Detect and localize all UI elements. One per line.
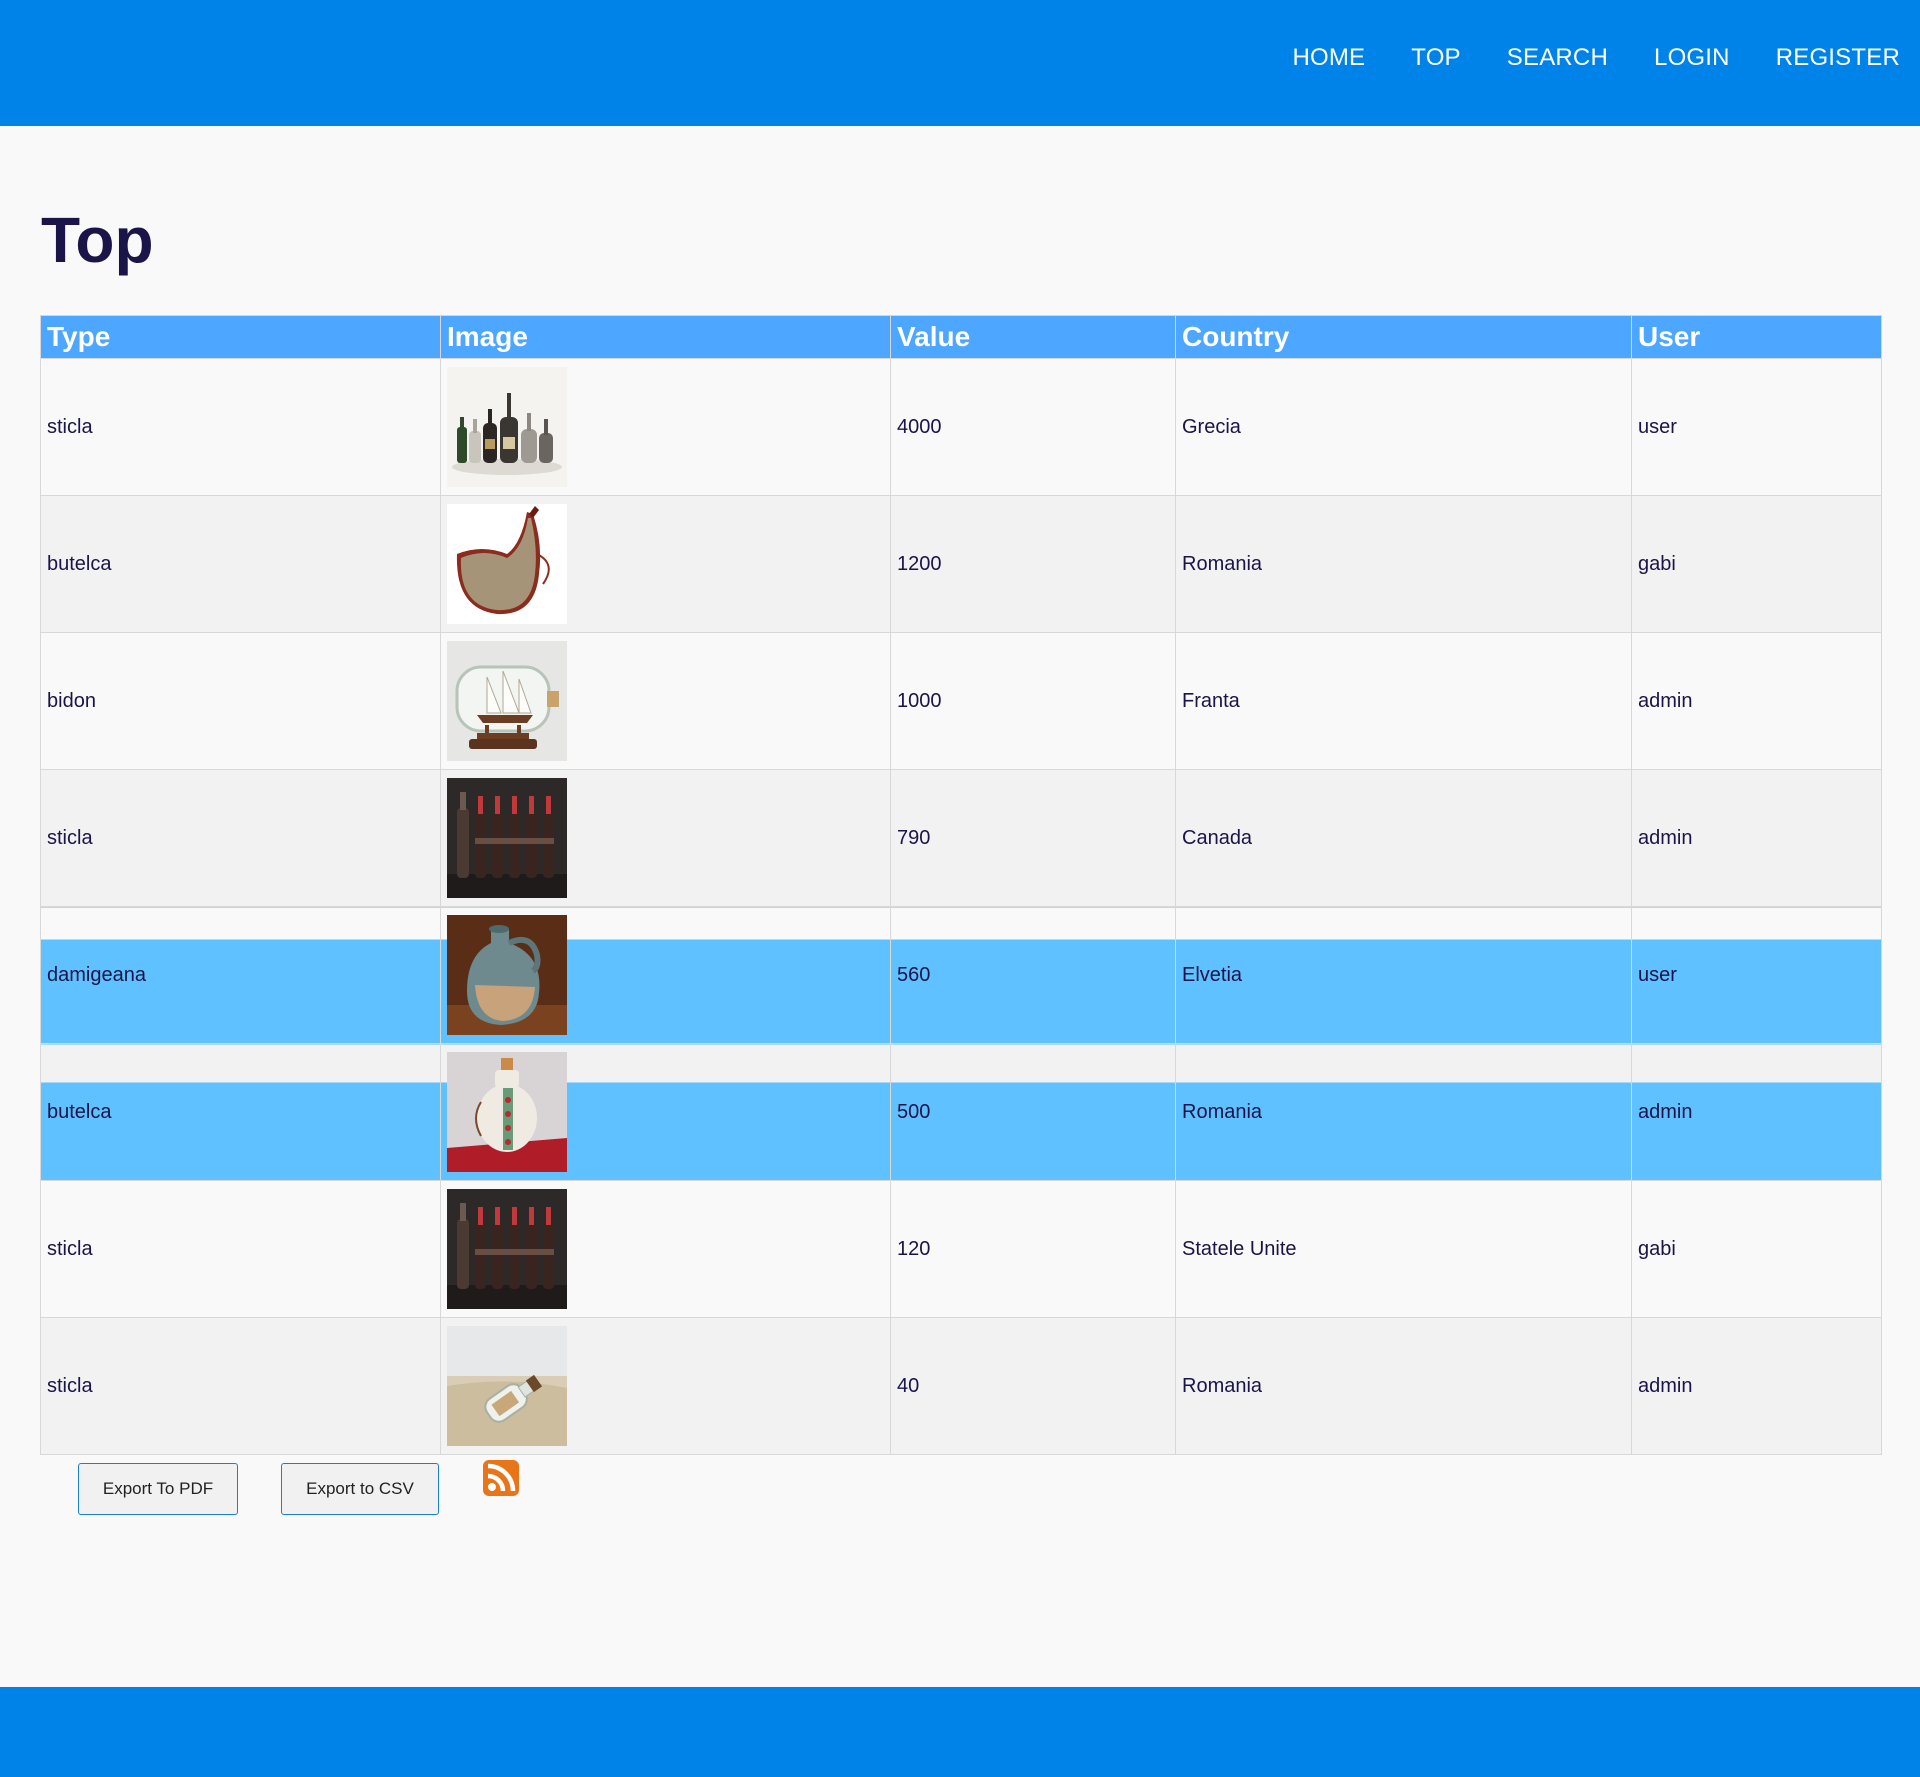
export-csv-button[interactable]: Export to CSV bbox=[281, 1463, 439, 1515]
dark-bottles-row-image bbox=[447, 1189, 567, 1309]
page-footer bbox=[0, 1687, 1920, 1777]
page-title: Top bbox=[41, 204, 154, 276]
cell-type: sticla bbox=[40, 1317, 441, 1455]
bottles-collection-image bbox=[447, 367, 567, 487]
table-row: sticla bbox=[40, 1317, 1882, 1455]
table-header-row: Type Image Value Country User bbox=[40, 315, 1882, 359]
cell-user: admin bbox=[1631, 1317, 1882, 1455]
nav-login-link[interactable]: LOGIN bbox=[1654, 44, 1730, 72]
cell-country: Romania bbox=[1175, 495, 1632, 633]
cell-user: gabi bbox=[1631, 495, 1882, 633]
cell-image bbox=[440, 495, 891, 633]
cell-image bbox=[440, 358, 891, 496]
cell-image bbox=[440, 906, 891, 1044]
cell-country: Grecia bbox=[1175, 358, 1632, 496]
cell-type: butelca bbox=[40, 1043, 441, 1181]
nav-top-link[interactable]: TOP bbox=[1411, 44, 1461, 72]
cell-type: sticla bbox=[40, 1180, 441, 1318]
cell-type: sticla bbox=[40, 358, 441, 496]
table-row: butelca 1200 Romania gabi bbox=[40, 495, 1882, 633]
cell-image bbox=[440, 1043, 891, 1181]
table-row: bidon 1000 Franta admin bbox=[40, 632, 1882, 770]
top-navbar: HOME TOP SEARCH LOGIN REGISTER bbox=[0, 0, 1920, 126]
cell-value: 500 bbox=[890, 1043, 1176, 1181]
table-row: sticla bbox=[40, 769, 1882, 907]
ceramic-jug-image bbox=[447, 915, 567, 1035]
cell-type: bidon bbox=[40, 632, 441, 770]
nav-register-link[interactable]: REGISTER bbox=[1776, 44, 1900, 72]
painted-flask-image bbox=[447, 1052, 567, 1172]
nav-home-link[interactable]: HOME bbox=[1292, 44, 1365, 72]
main-nav: HOME TOP SEARCH LOGIN REGISTER bbox=[1246, 40, 1920, 76]
cell-country: Canada bbox=[1175, 769, 1632, 907]
cell-value: 120 bbox=[890, 1180, 1176, 1318]
rss-icon[interactable] bbox=[483, 1460, 519, 1496]
top-table: Type Image Value Country User sticla 400… bbox=[40, 315, 1882, 1455]
cell-image bbox=[440, 1317, 891, 1455]
cell-country: Romania bbox=[1175, 1043, 1632, 1181]
table-row: sticla bbox=[40, 358, 1882, 496]
nav-search-link[interactable]: SEARCH bbox=[1507, 44, 1608, 72]
column-header-type: Type bbox=[40, 315, 441, 359]
cell-type: damigeana bbox=[40, 906, 441, 1044]
column-header-country: Country bbox=[1175, 315, 1632, 359]
table-row: butelca 500 Romania admin bbox=[40, 1043, 1882, 1181]
cell-user: user bbox=[1631, 358, 1882, 496]
cell-type: butelca bbox=[40, 495, 441, 633]
cell-user: user bbox=[1631, 906, 1882, 1044]
cell-value: 1000 bbox=[890, 632, 1176, 770]
cell-country: Elvetia bbox=[1175, 906, 1632, 1044]
ship-in-bottle-image bbox=[447, 641, 567, 761]
cell-image bbox=[440, 1180, 891, 1318]
cell-user: admin bbox=[1631, 632, 1882, 770]
cell-value: 560 bbox=[890, 906, 1176, 1044]
cell-country: Statele Unite bbox=[1175, 1180, 1632, 1318]
cell-image bbox=[440, 769, 891, 907]
export-pdf-button[interactable]: Export To PDF bbox=[78, 1463, 238, 1515]
cell-user: admin bbox=[1631, 769, 1882, 907]
cell-value: 1200 bbox=[890, 495, 1176, 633]
cell-country: Franta bbox=[1175, 632, 1632, 770]
cell-type: sticla bbox=[40, 769, 441, 907]
top-table-container: Type Image Value Country User sticla 400… bbox=[40, 315, 1882, 1455]
column-header-image: Image bbox=[440, 315, 891, 359]
cell-value: 790 bbox=[890, 769, 1176, 907]
cell-user: gabi bbox=[1631, 1180, 1882, 1318]
dark-bottles-row-image bbox=[447, 778, 567, 898]
cell-image bbox=[440, 632, 891, 770]
leather-flask-image bbox=[447, 504, 567, 624]
table-row: sticla bbox=[40, 1180, 1882, 1318]
cell-user: admin bbox=[1631, 1043, 1882, 1181]
column-header-user: User bbox=[1631, 315, 1882, 359]
table-row: damigeana 560 Elvetia user bbox=[40, 906, 1882, 1044]
cell-value: 40 bbox=[890, 1317, 1176, 1455]
bottle-in-sand-image bbox=[447, 1326, 567, 1446]
cell-country: Romania bbox=[1175, 1317, 1632, 1455]
column-header-value: Value bbox=[890, 315, 1176, 359]
cell-value: 4000 bbox=[890, 358, 1176, 496]
